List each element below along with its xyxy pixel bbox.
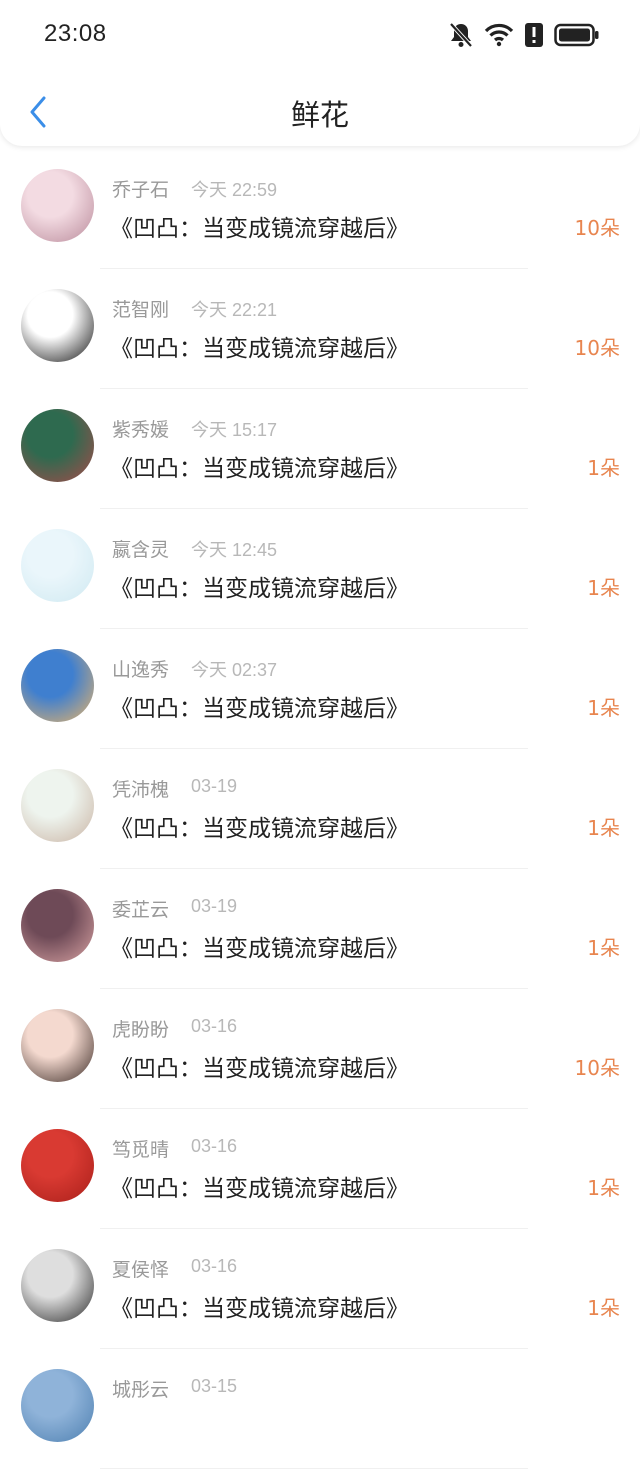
book-title: 《凹凸：当变成镜流穿越后》 (110, 216, 409, 242)
timestamp: 03-19 (191, 896, 238, 916)
user-name: 乔子石 (112, 179, 170, 201)
user-name: 虎盼盼 (112, 1019, 170, 1041)
flower-count: 10朵 (574, 1056, 620, 1080)
list-item[interactable]: 紫秀媛 今天 15:17 《凹凸：当变成镜流穿越后》 1朵 (0, 389, 640, 509)
flower-count: 1朵 (587, 1176, 620, 1200)
avatar[interactable] (21, 409, 94, 482)
user-name: 范智刚 (112, 299, 170, 321)
avatar[interactable] (21, 889, 94, 962)
flower-count: 1朵 (587, 576, 620, 600)
battery-icon (554, 23, 599, 47)
list-item[interactable]: 城彤云 03-15 (0, 1349, 640, 1469)
timestamp: 今天 22:59 (191, 180, 278, 200)
book-title: 《凹凸：当变成镜流穿越后》 (110, 1296, 409, 1322)
timestamp: 03-16 (191, 1136, 238, 1156)
list-item[interactable]: 夏侯怿 03-16 《凹凸：当变成镜流穿越后》 1朵 (0, 1229, 640, 1349)
flower-count: 10朵 (574, 216, 620, 240)
avatar[interactable] (21, 1249, 94, 1322)
book-title: 《凹凸：当变成镜流穿越后》 (110, 816, 409, 842)
avatar[interactable] (21, 1129, 94, 1202)
avatar[interactable] (21, 769, 94, 842)
book-title: 《凹凸：当变成镜流穿越后》 (110, 1056, 409, 1082)
wifi-icon (484, 23, 514, 47)
page-title: 鲜花 (290, 98, 349, 132)
flower-count: 1朵 (587, 936, 620, 960)
user-name: 笃觅晴 (112, 1139, 170, 1161)
avatar[interactable] (21, 529, 94, 602)
user-name: 委芷云 (112, 899, 170, 921)
list-item[interactable]: 笃觅晴 03-16 《凹凸：当变成镜流穿越后》 1朵 (0, 1109, 640, 1229)
status-icons (448, 20, 600, 50)
timestamp: 今天 12:45 (191, 540, 278, 560)
book-title: 《凹凸：当变成镜流穿越后》 (110, 576, 409, 602)
list-item[interactable]: 嬴含灵 今天 12:45 《凹凸：当变成镜流穿越后》 1朵 (0, 509, 640, 629)
avatar[interactable] (21, 289, 94, 362)
list-item[interactable]: 范智刚 今天 22:21 《凹凸：当变成镜流穿越后》 10朵 (0, 269, 640, 389)
user-name: 嬴含灵 (112, 539, 170, 561)
status-time: 23:08 (44, 20, 107, 47)
list-item[interactable]: 凭沛槐 03-19 《凹凸：当变成镜流穿越后》 1朵 (0, 749, 640, 869)
list-item[interactable]: 乔子石 今天 22:59 《凹凸：当变成镜流穿越后》 10朵 (0, 149, 640, 269)
user-name: 城彤云 (112, 1379, 170, 1401)
flower-count: 1朵 (587, 816, 620, 840)
avatar[interactable] (21, 169, 94, 242)
avatar[interactable] (21, 649, 94, 722)
book-title: 《凹凸：当变成镜流穿越后》 (110, 336, 409, 362)
user-name: 凭沛槐 (112, 779, 170, 801)
book-title: 《凹凸：当变成镜流穿越后》 (110, 1176, 409, 1202)
timestamp: 03-19 (191, 776, 238, 796)
header-bar: 23:08 鲜花 (0, 0, 640, 146)
flower-count: 1朵 (587, 456, 620, 480)
book-title: 《凹凸：当变成镜流穿越后》 (110, 696, 409, 722)
avatar[interactable] (21, 1369, 94, 1442)
avatar[interactable] (21, 1009, 94, 1082)
timestamp: 03-16 (191, 1016, 238, 1036)
alert-icon (525, 23, 543, 47)
user-name: 紫秀媛 (112, 419, 170, 441)
gift-list: 乔子石 今天 22:59 《凹凸：当变成镜流穿越后》 10朵 范智刚 今天 22:21 《凹… (0, 149, 640, 1469)
book-title: 《凹凸：当变成镜流穿越后》 (110, 936, 409, 962)
flower-count: 10朵 (574, 336, 620, 360)
list-item[interactable]: 山逸秀 今天 02:37 《凹凸：当变成镜流穿越后》 1朵 (0, 629, 640, 749)
book-title: 《凹凸：当变成镜流穿越后》 (110, 456, 409, 482)
timestamp: 03-16 (191, 1256, 238, 1276)
list-item[interactable]: 委芷云 03-19 《凹凸：当变成镜流穿越后》 1朵 (0, 869, 640, 989)
timestamp: 今天 15:17 (191, 420, 278, 440)
mute-bell-icon (449, 22, 473, 48)
list-item[interactable]: 虎盼盼 03-16 《凹凸：当变成镜流穿越后》 10朵 (0, 989, 640, 1109)
user-name: 夏侯怿 (112, 1259, 170, 1281)
flower-count: 1朵 (587, 1296, 620, 1320)
timestamp: 今天 22:21 (191, 300, 278, 320)
flower-count: 1朵 (587, 696, 620, 720)
timestamp: 今天 02:37 (191, 660, 278, 680)
user-name: 山逸秀 (112, 659, 170, 681)
